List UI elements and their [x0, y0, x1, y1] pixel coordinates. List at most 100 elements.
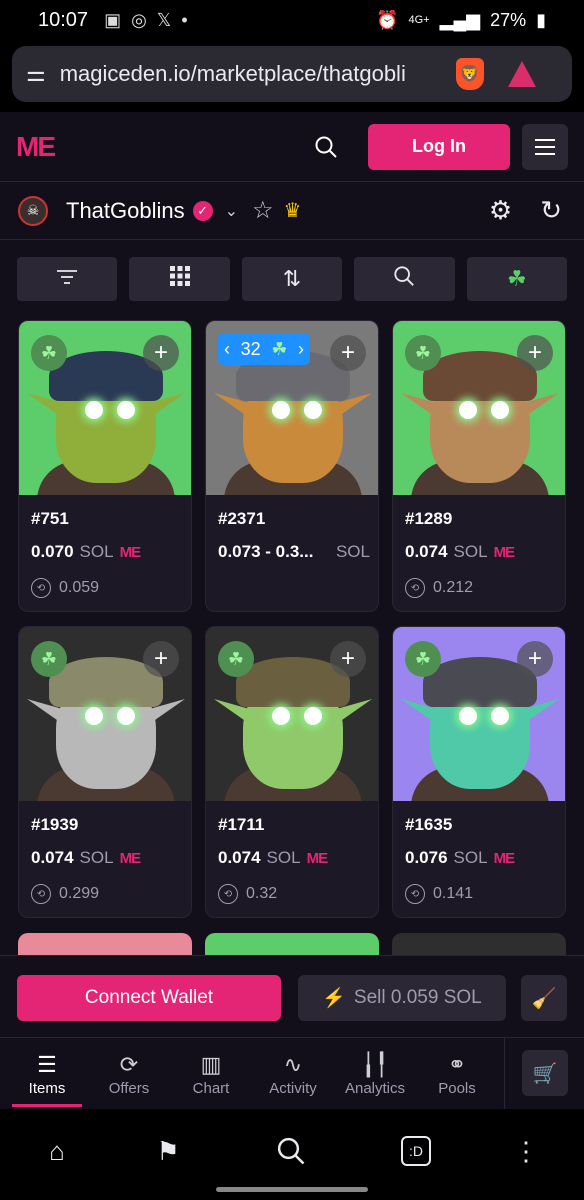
- crown-icon: ♛: [283, 200, 302, 222]
- clover-icon: ☘: [31, 641, 67, 677]
- last-sale: ⟲ 0.212: [405, 578, 473, 598]
- trait-filter-button[interactable]: ☘: [466, 257, 568, 301]
- cart-icon[interactable]: 🛒: [522, 1050, 568, 1096]
- search-icon[interactable]: [271, 1131, 311, 1171]
- nft-card[interactable]: ☘ + #751 0.070 SOL ME ⟲ 0.059: [18, 320, 192, 612]
- search-items-button[interactable]: [354, 257, 455, 301]
- nft-image[interactable]: ‹ 32 ☘ › +: [206, 321, 378, 495]
- tabs-icon[interactable]: :D: [401, 1136, 431, 1166]
- sell-button[interactable]: ⚡ Sell 0.059 SOL: [298, 975, 506, 1021]
- add-to-cart-button[interactable]: +: [143, 641, 179, 677]
- site-settings-icon[interactable]: ⚌: [26, 61, 46, 87]
- action-bar: Connect Wallet ⚡ Sell 0.059 SOL 🧹: [0, 955, 584, 1037]
- brave-shields-icon[interactable]: 🦁: [455, 58, 484, 90]
- last-sale: ⟲ 0.059: [31, 578, 99, 598]
- connect-wallet-button[interactable]: Connect Wallet: [17, 975, 281, 1021]
- tab-label: Analytics: [344, 1080, 406, 1097]
- add-to-cart-button[interactable]: +: [330, 335, 366, 371]
- tab-label: Activity: [269, 1080, 317, 1097]
- nft-name: #1635: [405, 815, 453, 834]
- nft-name: #1939: [31, 815, 79, 834]
- gear-icon[interactable]: ⚙: [489, 195, 512, 226]
- price-unit: SOL: [79, 848, 114, 867]
- sort-button[interactable]: ⇅: [241, 257, 343, 301]
- nft-image[interactable]: ☘ +: [393, 321, 565, 495]
- price-unit: SOL: [453, 542, 488, 561]
- price-value: 0.073 - 0.3...: [218, 542, 314, 561]
- star-icon[interactable]: ☆: [252, 196, 274, 225]
- card-price: 0.070 SOL ME: [31, 542, 183, 562]
- grid-view-button[interactable]: [129, 257, 230, 301]
- tab-pools[interactable]: ⚭ Pools: [417, 1052, 497, 1097]
- tab-analytics[interactable]: ╽╿ Analytics: [335, 1052, 415, 1097]
- status-time: 10:07: [38, 8, 89, 31]
- clover-icon: ☘: [218, 641, 254, 677]
- nft-card[interactable]: ☘ + #1289 0.074 SOL ME ⟲ 0.212: [392, 320, 566, 612]
- login-button[interactable]: Log In: [368, 123, 510, 170]
- tab-items[interactable]: ☰ Items: [7, 1052, 87, 1097]
- card-price: 0.076 SOL ME: [405, 848, 557, 868]
- last-sale-icon: ⟲: [405, 884, 425, 904]
- price-value: 0.070: [31, 542, 74, 561]
- bookmark-icon[interactable]: ⚑: [148, 1131, 188, 1171]
- nft-name: #1289: [405, 509, 453, 528]
- last-sale-value: 0.32: [246, 885, 278, 902]
- filter-button[interactable]: [17, 257, 118, 301]
- browser-toolbar: ⚌ magiceden.io/marketplace/thatgobli 🦁: [0, 40, 584, 112]
- tab-divider: [504, 1038, 505, 1110]
- collection-header: ☠ ThatGoblins ✓ ⌄ ☆ ♛ ⚙ ↻: [0, 182, 584, 240]
- home-icon[interactable]: ⌂: [37, 1131, 77, 1171]
- last-sale: ⟲ 0.299: [31, 884, 99, 904]
- chevron-left-icon[interactable]: ‹: [224, 339, 230, 360]
- magic-eden-logo: ME: [306, 849, 328, 867]
- tab-bar: ☰ Items ⟳ Offers ▥ Chart ∿ Activity ╽╿ A…: [0, 1037, 584, 1110]
- bundle-selector[interactable]: ‹ 32 ☘ ›: [218, 333, 310, 365]
- pools-icon: ⚭: [447, 1052, 467, 1077]
- last-sale-value: 0.212: [433, 579, 474, 596]
- chevron-down-icon[interactable]: ⌄: [225, 201, 238, 221]
- nft-card[interactable]: ☘ + #1635 0.076 SOL ME ⟲ 0.141: [392, 626, 566, 918]
- whatsapp-icon: ◎: [131, 9, 147, 30]
- nft-card[interactable]: ☘ + #1939 0.074 SOL ME ⟲ 0.299: [18, 626, 192, 918]
- price-unit: SOL: [266, 848, 301, 867]
- verified-badge-icon: ✓: [192, 200, 213, 221]
- refresh-icon[interactable]: ↻: [540, 195, 562, 226]
- last-sale: ⟲ 0.141: [405, 884, 473, 904]
- dot-icon: •: [181, 9, 188, 30]
- broom-icon[interactable]: 🧹: [521, 975, 567, 1021]
- tab-activity[interactable]: ∿ Activity: [253, 1052, 333, 1097]
- tab-label: Offers: [108, 1080, 150, 1097]
- add-to-cart-button[interactable]: +: [330, 641, 366, 677]
- hamburger-menu-icon[interactable]: [522, 123, 568, 170]
- nft-image[interactable]: ☘ +: [206, 627, 378, 801]
- search-icon[interactable]: [306, 127, 346, 167]
- add-to-cart-button[interactable]: +: [143, 335, 179, 371]
- nft-card[interactable]: ☘ + #1711 0.074 SOL ME ⟲ 0.32: [205, 626, 379, 918]
- gesture-pill: [216, 1187, 368, 1192]
- nft-image[interactable]: ☘ +: [393, 627, 565, 801]
- add-to-cart-button[interactable]: +: [517, 335, 553, 371]
- nft-image[interactable]: ☘ +: [19, 321, 191, 495]
- last-sale-icon: ⟲: [31, 884, 51, 904]
- brave-rewards-icon[interactable]: [507, 61, 536, 87]
- tab-offers[interactable]: ⟳ Offers: [89, 1052, 169, 1097]
- grid-icon: [169, 265, 191, 293]
- collection-name[interactable]: ThatGoblins: [66, 198, 185, 224]
- url-text[interactable]: magiceden.io/marketplace/thatgobli: [60, 61, 448, 87]
- address-bar[interactable]: ⚌ magiceden.io/marketplace/thatgobli 🦁: [12, 46, 572, 102]
- magic-eden-logo[interactable]: ME: [16, 131, 56, 163]
- clover-icon: ☘: [405, 335, 441, 371]
- chevron-right-icon[interactable]: ›: [298, 339, 304, 360]
- nft-image[interactable]: ☘ +: [19, 627, 191, 801]
- nft-card[interactable]: ‹ 32 ☘ › + #2371 0.073 - 0.3... SOL: [205, 320, 379, 612]
- price-value: 0.076: [405, 848, 448, 867]
- analytics-icon: ╽╿: [361, 1052, 389, 1077]
- add-to-cart-button[interactable]: +: [517, 641, 553, 677]
- price-value: 0.074: [405, 542, 448, 561]
- network-label: 4G+: [408, 14, 430, 26]
- more-options-icon[interactable]: ⋮: [506, 1131, 546, 1171]
- last-sale-icon: ⟲: [405, 578, 425, 598]
- signal-icon: ▂▄▆: [439, 9, 481, 30]
- app-header: ME Log In: [0, 112, 584, 182]
- tab-chart[interactable]: ▥ Chart: [171, 1052, 251, 1097]
